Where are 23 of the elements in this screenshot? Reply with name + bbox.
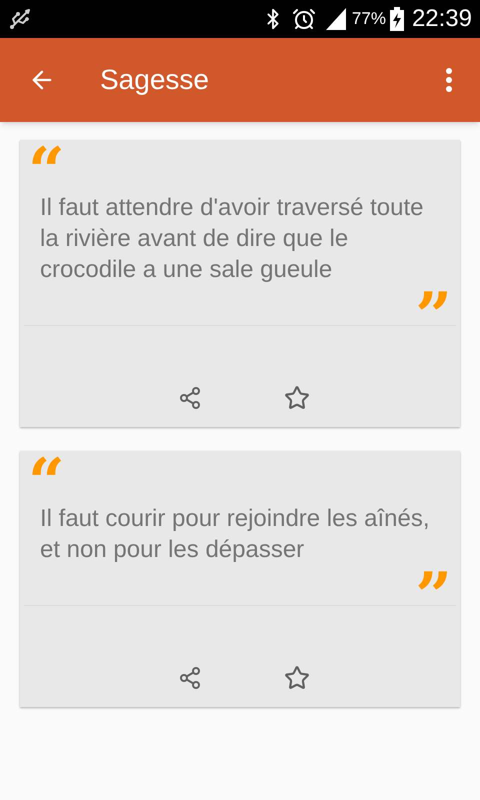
share-icon bbox=[178, 666, 202, 690]
screen-title: Sagesse bbox=[100, 63, 210, 97]
usb-icon bbox=[8, 7, 32, 31]
menu-button[interactable] bbox=[446, 68, 452, 92]
favorite-button[interactable] bbox=[284, 665, 310, 691]
close-quote-mark: ” bbox=[415, 565, 453, 601]
share-button[interactable] bbox=[178, 385, 202, 411]
alarm-icon bbox=[292, 7, 316, 31]
battery-percentage: 77% bbox=[352, 8, 386, 30]
star-icon bbox=[284, 385, 310, 411]
more-icon bbox=[446, 68, 452, 92]
close-quote-mark: ” bbox=[415, 285, 453, 321]
favorite-button[interactable] bbox=[284, 385, 310, 411]
open-quote-mark: “ bbox=[27, 140, 65, 176]
share-icon bbox=[178, 386, 202, 410]
signal-icon bbox=[324, 8, 348, 30]
clock-time: 22:39 bbox=[412, 4, 472, 34]
battery-icon bbox=[390, 7, 404, 31]
share-button[interactable] bbox=[178, 665, 202, 691]
quote-text: Il faut courir pour rejoindre les aînés, et non pour les dépasser bbox=[39, 504, 431, 565]
star-icon bbox=[284, 665, 310, 691]
open-quote-mark: “ bbox=[27, 451, 65, 487]
quote-text: Il faut attendre d'avoir traversé toute la rivière avant de dire que le crocodile a une sale gueule bbox=[39, 193, 424, 285]
